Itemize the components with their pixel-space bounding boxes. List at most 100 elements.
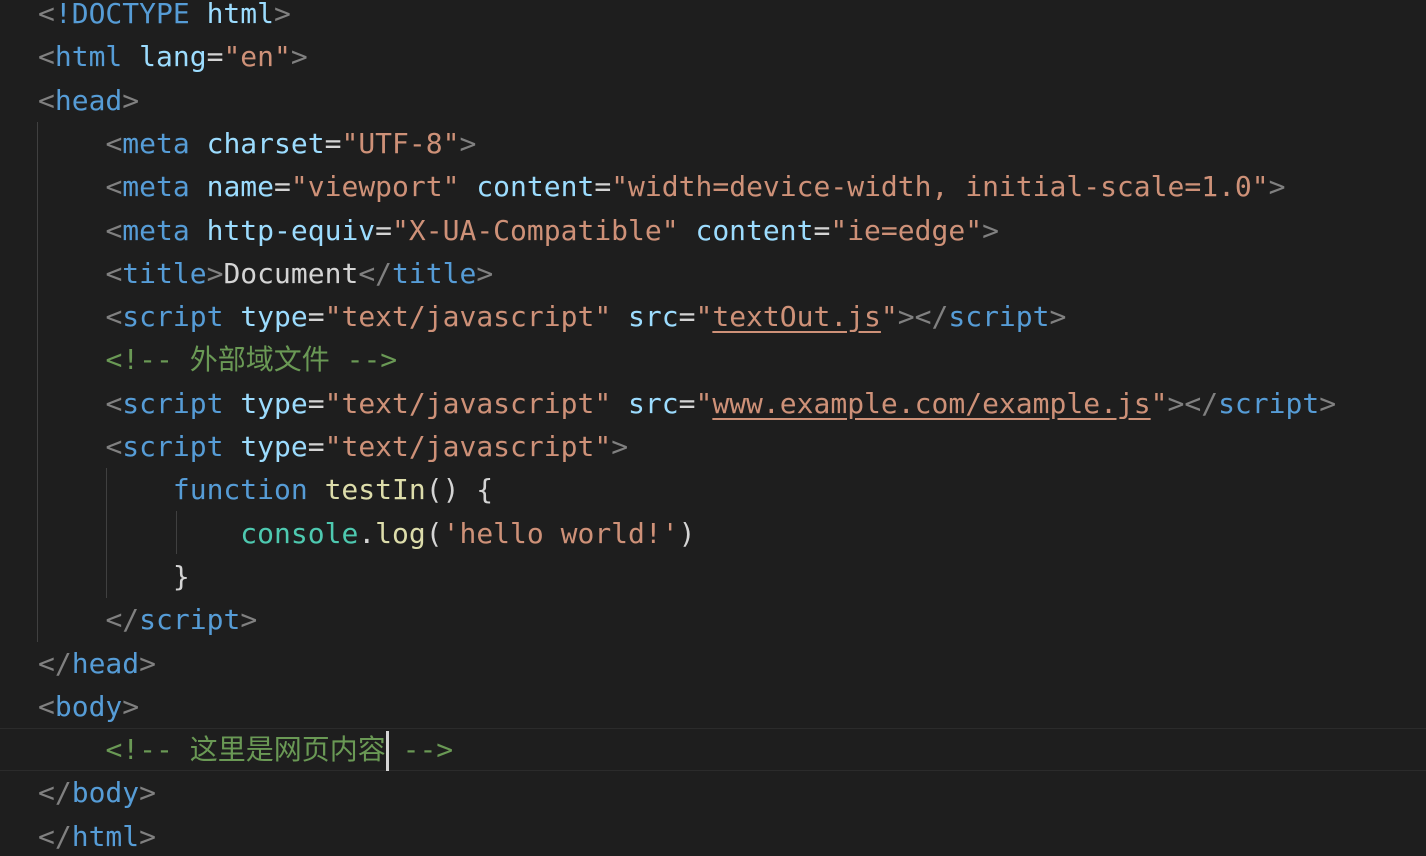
- token-tag: head: [54, 83, 123, 117]
- token-punct: >: [1049, 300, 1067, 334]
- token-punct: >: [1268, 170, 1286, 204]
- token-punct: >: [139, 819, 157, 853]
- token-punct: >: [459, 126, 477, 160]
- code-line[interactable]: <body>: [0, 685, 1426, 728]
- code-line-text: </body>: [38, 771, 156, 814]
- token-link[interactable]: textOut.js: [712, 300, 881, 333]
- code-line-text: </head>: [38, 642, 156, 685]
- code-line[interactable]: <script type="text/javascript" src="text…: [0, 295, 1426, 338]
- code-line[interactable]: <meta name="viewport" content="width=dev…: [0, 165, 1426, 208]
- token-punct: >: [274, 0, 291, 30]
- code-line[interactable]: console.log('hello world!'): [0, 512, 1426, 555]
- token-punct: </: [105, 603, 140, 637]
- token-text: =: [324, 126, 342, 160]
- token-tag: meta: [122, 213, 190, 247]
- token-attr: lang: [139, 40, 207, 74]
- token-str: ": [695, 386, 713, 420]
- token-punct: >: [982, 213, 999, 247]
- token-text: =: [307, 430, 325, 463]
- token-text: =: [206, 40, 224, 74]
- code-line[interactable]: <!DOCTYPE html>: [0, 0, 1426, 35]
- token-punct: >: [122, 83, 140, 117]
- code-line[interactable]: <meta http-equiv="X-UA-Compatible" conte…: [0, 209, 1426, 252]
- token-tag: title: [392, 256, 477, 290]
- token-comment: -->: [385, 733, 454, 767]
- code-line-text: </html>: [38, 815, 156, 856]
- token-punct: >: [1319, 386, 1337, 420]
- token-text: =: [678, 386, 696, 420]
- token-punct: >: [206, 256, 224, 290]
- code-line[interactable]: </script>: [0, 598, 1426, 641]
- token-str: "en": [223, 40, 291, 74]
- token-text: .: [358, 516, 376, 550]
- token-str: "X-UA-Compatible": [392, 213, 679, 247]
- code-line[interactable]: <head>: [0, 79, 1426, 122]
- token-attr: src: [628, 386, 679, 420]
- code-line[interactable]: <!-- 外部域文件 -->: [0, 338, 1426, 381]
- token-str: "viewport": [290, 170, 460, 204]
- token-str: "text/javascript": [324, 300, 612, 334]
- code-line[interactable]: }: [0, 555, 1426, 598]
- token-tag: script: [122, 300, 224, 334]
- code-line[interactable]: <script type="text/javascript" src="www.…: [0, 382, 1426, 425]
- token-link[interactable]: www.example.com/example.js: [712, 387, 1150, 420]
- code-line[interactable]: function testIn() {: [0, 468, 1426, 511]
- token-punct: >: [290, 40, 308, 74]
- code-line-text: <!-- 外部域文件 -->: [38, 338, 397, 381]
- token-fn: testIn: [324, 473, 426, 507]
- code-line-text: <meta charset="UTF-8">: [38, 122, 476, 165]
- token-tag: html: [71, 819, 140, 853]
- token-text: () {: [425, 473, 494, 507]
- code-line-text: <script type="text/javascript" src="text…: [38, 295, 1066, 338]
- code-line[interactable]: <title>Document</title>: [0, 252, 1426, 295]
- token-text: =: [813, 213, 831, 247]
- token-punct: <: [38, 689, 55, 723]
- token-tag: script: [139, 603, 241, 637]
- code-line-text: <title>Document</title>: [38, 252, 493, 295]
- token-tag: script: [122, 386, 224, 420]
- token-text: =: [307, 386, 325, 420]
- token-str: "ie=edge": [830, 213, 983, 247]
- token-attr: charset: [206, 126, 325, 160]
- token-attr: type: [240, 386, 308, 420]
- token-str: ": [695, 300, 713, 334]
- token-tag: body: [71, 776, 140, 810]
- code-line[interactable]: <html lang="en">: [0, 35, 1426, 78]
- code-line[interactable]: </html>: [0, 815, 1426, 856]
- token-tag: script: [122, 430, 224, 463]
- code-line-text: </script>: [38, 598, 257, 641]
- token-str: 'hello world!': [442, 516, 679, 550]
- token-tag: body: [54, 689, 123, 723]
- code-line[interactable]: <script type="text/javascript">: [0, 425, 1426, 468]
- token-str: "text/javascript": [324, 430, 612, 463]
- code-line[interactable]: </head>: [0, 642, 1426, 685]
- code-line[interactable]: </body>: [0, 771, 1426, 814]
- token-punct: <: [105, 386, 123, 420]
- token-text: =: [594, 170, 612, 204]
- code-line[interactable]: <meta charset="UTF-8">: [0, 122, 1426, 165]
- code-line-active[interactable]: <!-- 这里是网页内容 -->: [0, 728, 1426, 772]
- code-line-text: function testIn() {: [38, 468, 493, 511]
- code-line-text: <meta name="viewport" content="width=dev…: [38, 165, 1286, 208]
- token-punct: <: [105, 256, 123, 290]
- token-tag: html: [54, 40, 123, 74]
- code-editor[interactable]: <!DOCTYPE html> <html lang="en"> <head> <m…: [0, 0, 1426, 856]
- token-tag: meta: [122, 170, 190, 204]
- token-tag: title: [122, 256, 207, 290]
- token-attr: http-equiv: [206, 213, 376, 247]
- token-punct: <: [38, 83, 55, 117]
- token-attr: type: [240, 430, 308, 463]
